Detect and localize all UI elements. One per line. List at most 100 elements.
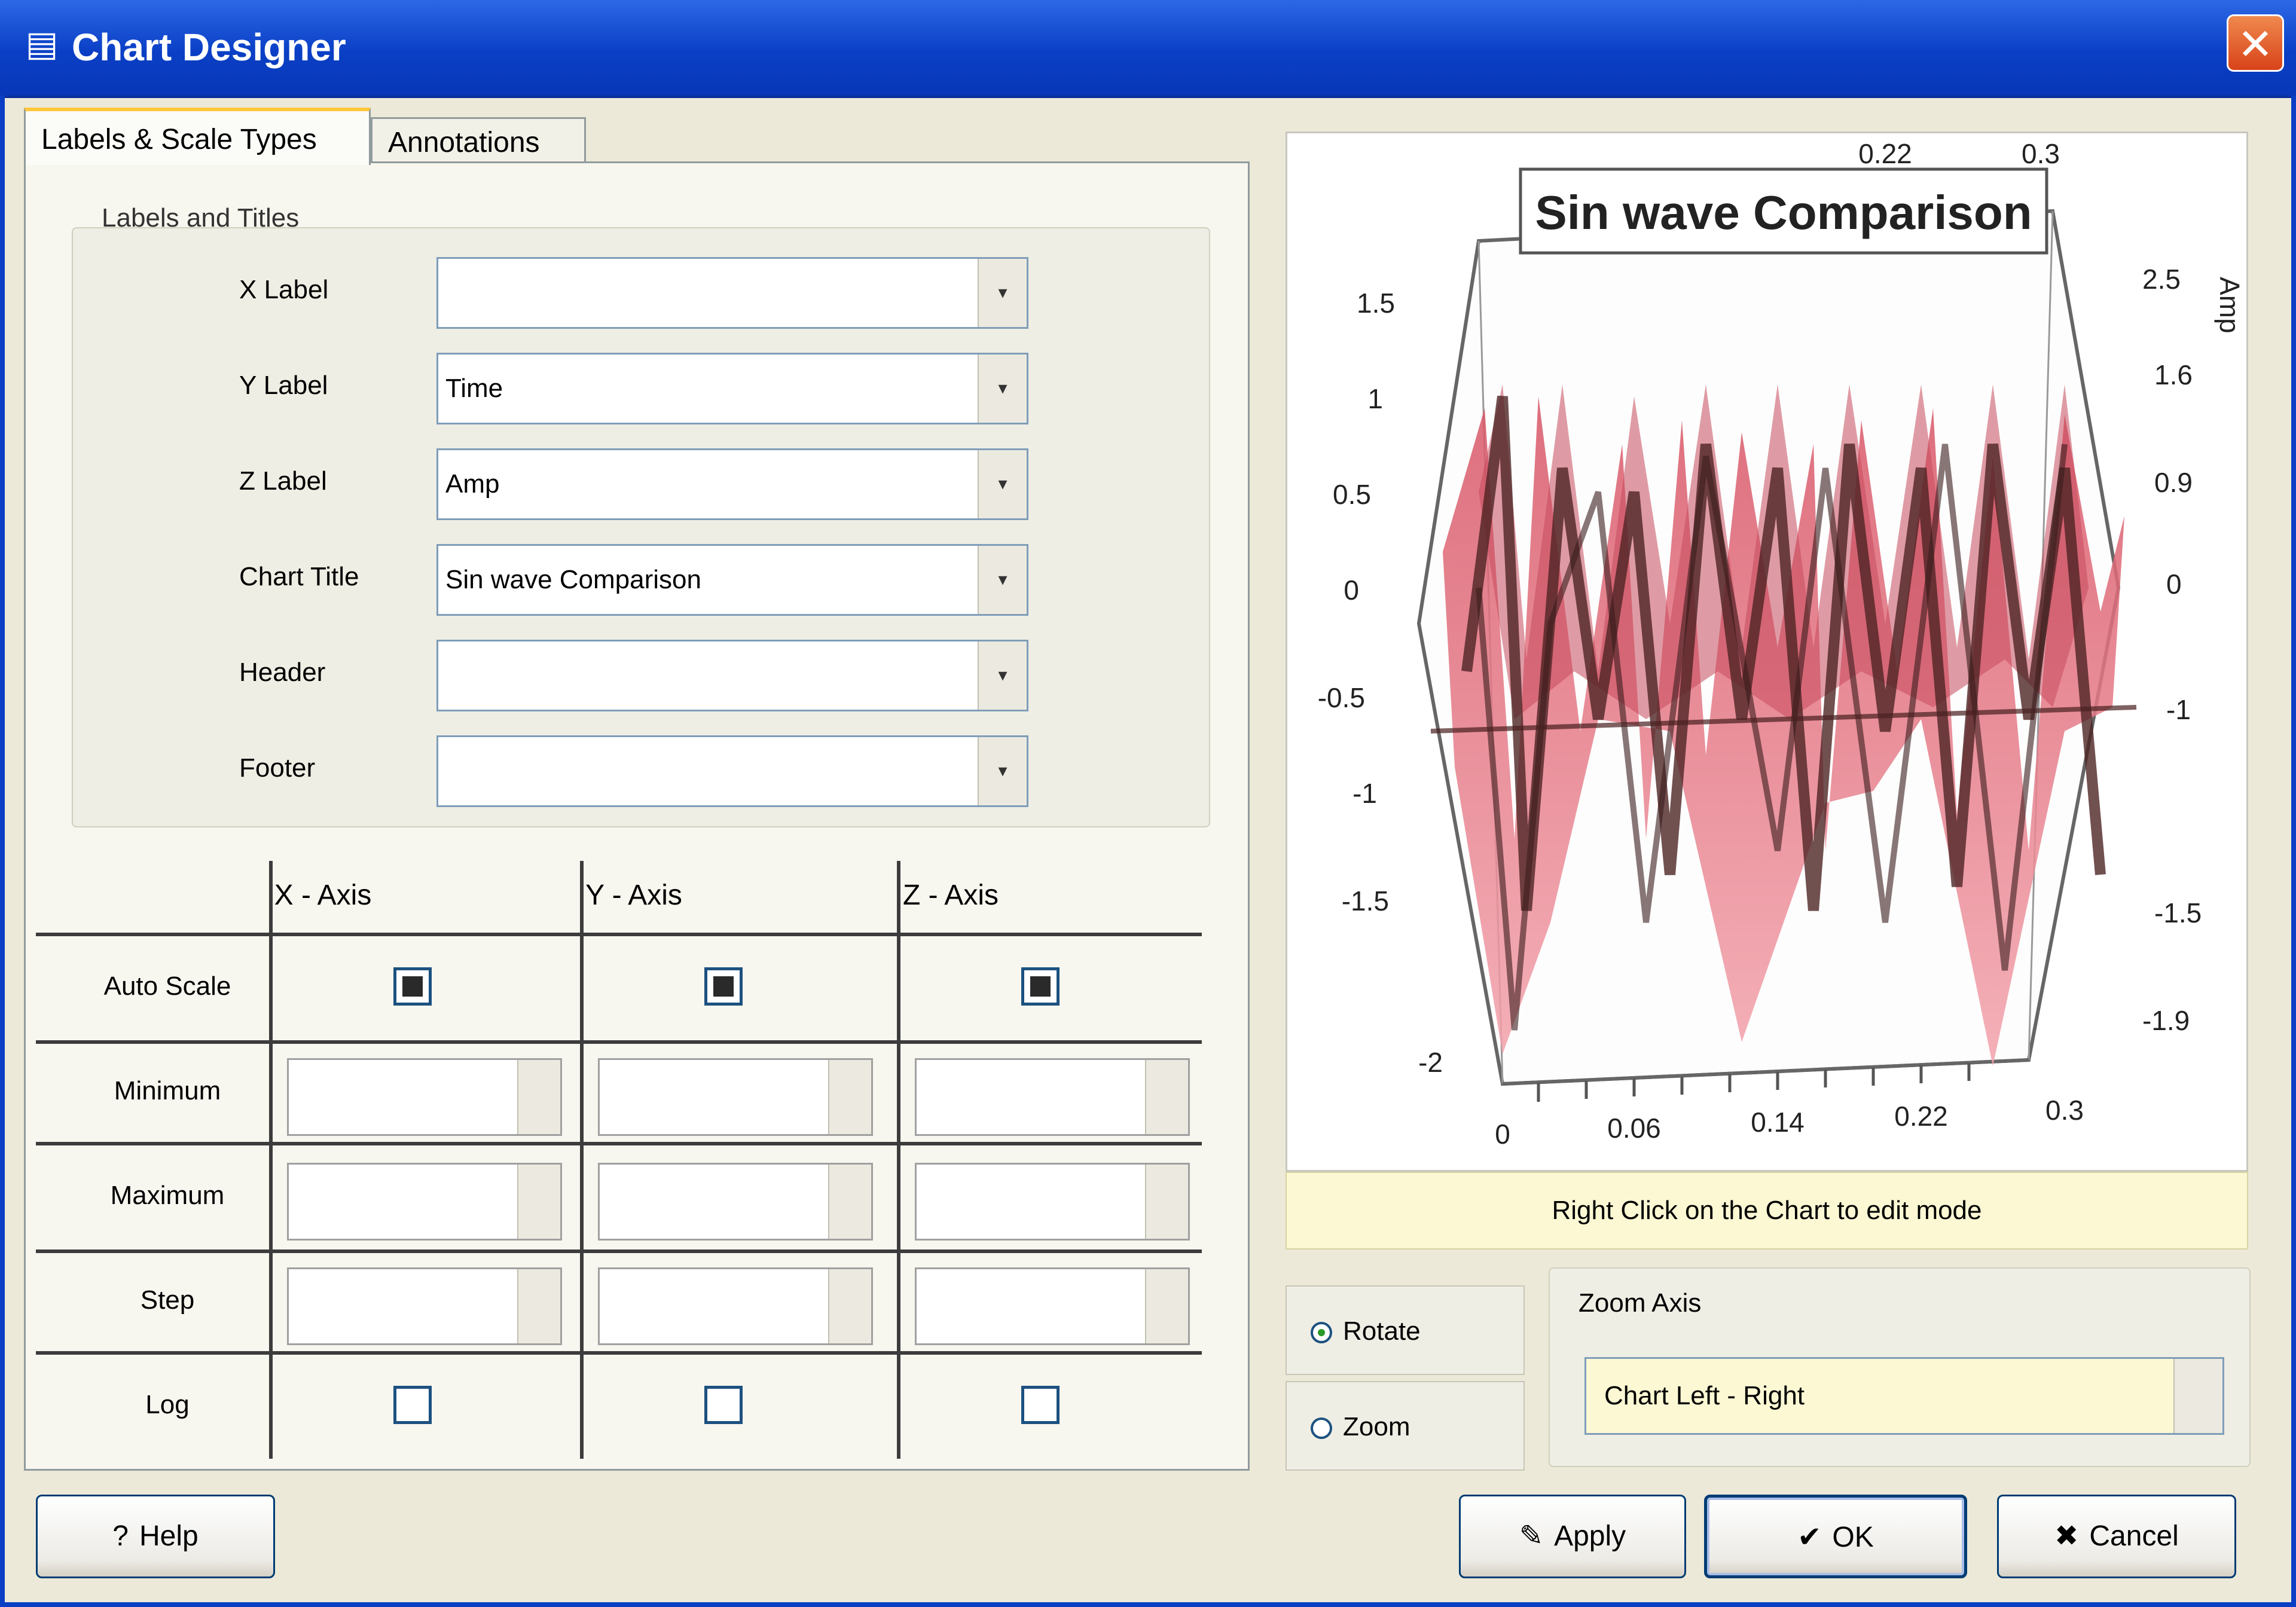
tab-labels-scale-types[interactable]: Labels & Scale Types bbox=[24, 108, 371, 165]
x-step-field[interactable] bbox=[287, 1267, 562, 1345]
side-axis-label: Amp bbox=[2214, 277, 2245, 334]
x-label-field[interactable]: ▾ bbox=[436, 257, 1028, 329]
chart-title-dropdown-icon[interactable]: ▾ bbox=[978, 546, 1027, 614]
z-label-caption: Z Label bbox=[239, 466, 327, 496]
grid-divider bbox=[580, 861, 584, 1459]
footer-dropdown-icon[interactable]: ▾ bbox=[978, 737, 1027, 805]
x-minimum-field[interactable] bbox=[287, 1058, 562, 1136]
y-tick-label: 0 bbox=[1344, 575, 1359, 606]
zoom-radio[interactable]: Zoom bbox=[1286, 1381, 1525, 1471]
y-maximum-field[interactable] bbox=[598, 1163, 873, 1241]
x-auto-scale-checkbox[interactable] bbox=[393, 967, 432, 1006]
preview-title: Sin wave Comparison bbox=[1535, 186, 2032, 239]
help-icon: ? bbox=[112, 1520, 129, 1552]
y-label-value: Time bbox=[445, 374, 503, 403]
right-tick-label: 0.9 bbox=[2154, 467, 2193, 498]
grid-divider bbox=[269, 861, 273, 1459]
zoom-axis-value: Chart Left - Right bbox=[1604, 1381, 1805, 1410]
chart-preview-canvas[interactable]: Sin wave Comparison 1.5 1 0.5 0 -0.5 -1 … bbox=[1287, 133, 2248, 1172]
z-step-field[interactable] bbox=[915, 1267, 1190, 1345]
y-minimum-field[interactable] bbox=[598, 1058, 873, 1136]
footer-caption: Footer bbox=[239, 753, 316, 783]
chart-preview[interactable]: Sin wave Comparison 1.5 1 0.5 0 -0.5 -1 … bbox=[1286, 132, 2248, 1172]
zoom-axis-select[interactable]: Chart Left - Right bbox=[1584, 1357, 2224, 1435]
apply-button[interactable]: ✎ Apply bbox=[1459, 1495, 1686, 1578]
right-tick-label: 2.5 bbox=[2142, 264, 2181, 295]
z-log-checkbox[interactable] bbox=[1021, 1386, 1060, 1424]
check-icon: ✔ bbox=[1797, 1522, 1822, 1553]
x-minimum-spin-icon[interactable] bbox=[517, 1060, 560, 1134]
y-label-caption: Y Label bbox=[239, 371, 328, 400]
z-maximum-spin-icon[interactable] bbox=[1145, 1165, 1188, 1239]
top-tick-label: 0.3 bbox=[2022, 138, 2060, 169]
chart-icon: ▤ bbox=[25, 25, 59, 63]
auto-scale-label: Auto Scale bbox=[103, 971, 231, 1001]
maximum-label: Maximum bbox=[110, 1181, 225, 1210]
y-step-spin-icon[interactable] bbox=[828, 1269, 871, 1343]
y-maximum-spin-icon[interactable] bbox=[828, 1165, 871, 1239]
y-tick-label: -2 bbox=[1418, 1047, 1443, 1078]
z-minimum-field[interactable] bbox=[915, 1058, 1190, 1136]
chevron-down-icon[interactable] bbox=[2173, 1359, 2222, 1433]
y-step-field[interactable] bbox=[598, 1267, 873, 1345]
y-label-field[interactable]: Time ▾ bbox=[436, 353, 1028, 424]
step-label: Step bbox=[140, 1285, 195, 1315]
top-tick-label: 0.22 bbox=[1858, 138, 1912, 169]
chart-title-value: Sin wave Comparison bbox=[445, 565, 701, 594]
zoom-option-label: Zoom bbox=[1343, 1412, 1410, 1441]
labels-group-title: Labels and Titles bbox=[102, 203, 300, 233]
cancel-label: Cancel bbox=[2089, 1520, 2179, 1552]
y-tick-label: 0.5 bbox=[1333, 479, 1371, 510]
grid-divider bbox=[36, 1351, 1202, 1355]
header-dropdown-icon[interactable]: ▾ bbox=[978, 641, 1027, 710]
z-label-field[interactable]: Amp ▾ bbox=[436, 448, 1028, 520]
y-tick-label: -0.5 bbox=[1318, 682, 1365, 713]
header-caption: Header bbox=[239, 658, 326, 687]
y-auto-scale-checkbox[interactable] bbox=[704, 967, 743, 1006]
z-label-dropdown-icon[interactable]: ▾ bbox=[978, 450, 1027, 518]
x-tick-label: 0.06 bbox=[1607, 1113, 1661, 1144]
rotate-label: Rotate bbox=[1343, 1316, 1421, 1346]
axis-settings-grid: X - Axis Y - Axis Z - Axis Auto Scale Mi… bbox=[36, 861, 1202, 1459]
footer-field[interactable]: ▾ bbox=[436, 735, 1028, 807]
grid-divider bbox=[36, 1142, 1202, 1145]
chart-title-field[interactable]: Sin wave Comparison ▾ bbox=[436, 544, 1028, 616]
y-label-dropdown-icon[interactable]: ▾ bbox=[978, 355, 1027, 423]
help-label: Help bbox=[139, 1520, 199, 1552]
y-axis-header: Y - Axis bbox=[585, 879, 682, 911]
z-maximum-field[interactable] bbox=[915, 1163, 1190, 1241]
grid-divider bbox=[36, 933, 1202, 936]
zoom-axis-title: Zoom Axis bbox=[1578, 1288, 1702, 1318]
rotate-radio[interactable]: Rotate bbox=[1286, 1285, 1525, 1375]
title-bar[interactable]: ▤ Chart Designer ✕ bbox=[0, 0, 2296, 98]
z-step-spin-icon[interactable] bbox=[1145, 1269, 1188, 1343]
log-label: Log bbox=[145, 1390, 190, 1419]
y-minimum-spin-icon[interactable] bbox=[828, 1060, 871, 1134]
ok-label: OK bbox=[1832, 1522, 1874, 1553]
apply-icon: ✎ bbox=[1519, 1520, 1544, 1552]
right-tick-label: 1.6 bbox=[2154, 359, 2193, 390]
x-label-dropdown-icon[interactable]: ▾ bbox=[978, 259, 1027, 327]
close-button[interactable]: ✕ bbox=[2227, 14, 2284, 72]
right-tick-label: -1 bbox=[2166, 694, 2191, 725]
z-auto-scale-checkbox[interactable] bbox=[1021, 967, 1060, 1006]
ok-button[interactable]: ✔ OK bbox=[1704, 1495, 1967, 1578]
tab-annotations[interactable]: Annotations bbox=[371, 117, 586, 165]
z-minimum-spin-icon[interactable] bbox=[1145, 1060, 1188, 1134]
header-field[interactable]: ▾ bbox=[436, 640, 1028, 711]
x-maximum-spin-icon[interactable] bbox=[517, 1165, 560, 1239]
x-maximum-field[interactable] bbox=[287, 1163, 562, 1241]
window-title: Chart Designer bbox=[72, 26, 346, 69]
apply-label: Apply bbox=[1554, 1520, 1626, 1552]
x-log-checkbox[interactable] bbox=[393, 1386, 432, 1424]
edit-mode-hint: Right Click on the Chart to edit mode bbox=[1286, 1172, 2248, 1249]
x-tick-label: 0.3 bbox=[2045, 1095, 2084, 1126]
y-log-checkbox[interactable] bbox=[704, 1386, 743, 1424]
cancel-button[interactable]: ✖ Cancel bbox=[1997, 1495, 2236, 1578]
help-button[interactable]: ? Help bbox=[36, 1495, 275, 1578]
x-step-spin-icon[interactable] bbox=[517, 1269, 560, 1343]
x-label-caption: X Label bbox=[239, 275, 329, 304]
z-label-value: Amp bbox=[445, 469, 500, 499]
z-axis-header: Z - Axis bbox=[902, 879, 999, 911]
grid-divider bbox=[36, 1249, 1202, 1253]
